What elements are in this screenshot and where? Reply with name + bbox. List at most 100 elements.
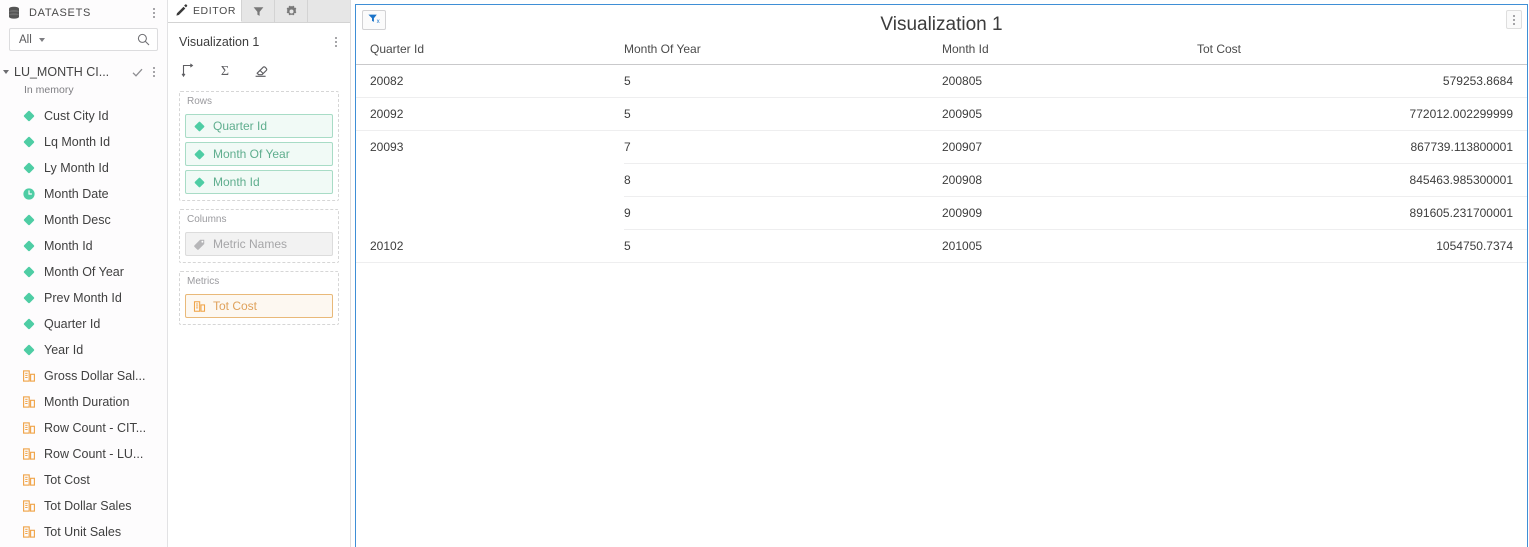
shelf-pill[interactable]: Month Of Year <box>185 142 333 166</box>
tag-icon <box>193 238 206 251</box>
metric-bar-icon <box>22 473 36 487</box>
swap-rows-columns-icon[interactable] <box>181 62 197 78</box>
dataset-field[interactable]: Month Desc <box>0 207 167 233</box>
tab-settings[interactable] <box>275 0 308 22</box>
visualization-title: Visualization 1 <box>880 14 1003 35</box>
table-body: 20082 5 200805 579253.8684 20092 5 200905 77201… <box>356 64 1527 263</box>
dataset-field-list: Cust City Id Lq Month Id Ly Month Id Month … <box>0 103 167 547</box>
dataset-field-label: Month Duration <box>44 395 130 409</box>
cell-month-id: 200909 <box>942 196 1197 230</box>
cell-month-of-year: 5 <box>624 229 942 263</box>
cell-tot-cost: 772012.002299999 <box>1197 97 1527 131</box>
dataset-field[interactable]: Tot Cost <box>0 467 167 493</box>
tab-editor-label: EDITOR <box>192 4 237 17</box>
dataset-field-label: Cust City Id <box>44 109 109 123</box>
dataset-item-lu-month[interactable]: LU_MONTH CI... <box>0 61 167 83</box>
cell-tot-cost: 579253.8684 <box>1197 64 1527 98</box>
column-header-tot-cost[interactable]: Tot Cost <box>1197 37 1527 65</box>
datasets-more-options-icon[interactable] <box>147 5 161 21</box>
search-icon[interactable] <box>137 33 150 46</box>
cell-quarter-id: 20092 <box>356 97 624 131</box>
dataset-more-options-icon[interactable] <box>147 64 161 80</box>
attribute-diamond-icon <box>193 148 206 161</box>
column-header-month-of-year[interactable]: Month Of Year <box>624 37 942 65</box>
dataset-field[interactable]: Tot Dollar Sales <box>0 493 167 519</box>
dataset-field[interactable]: Lq Month Id <box>0 129 167 155</box>
shelf-label: Rows <box>187 96 213 107</box>
shelf-pill-label: Metric Names <box>213 237 288 251</box>
dataset-field[interactable]: Ly Month Id <box>0 155 167 181</box>
dataset-field[interactable]: Month Of Year <box>0 259 167 285</box>
pivot-table: Quarter Id Month Of Year Month Id Tot Co… <box>356 37 1527 263</box>
triangle-expanded-icon[interactable] <box>3 70 9 74</box>
table-row[interactable]: 20093 7 200907 867739.113800001 <box>356 130 1527 164</box>
visualization-area: x Visualization 1 Quarter Id Month Of Ye… <box>351 0 1529 547</box>
shelf-pill[interactable]: Metric Names <box>185 232 333 256</box>
visualization-panel[interactable]: x Visualization 1 Quarter Id Month Of Ye… <box>355 4 1528 547</box>
shelf-pill-label: Month Of Year <box>213 147 290 161</box>
tab-editor[interactable]: EDITOR <box>168 0 242 22</box>
shelf-metrics[interactable]: Metrics Tot Cost <box>179 271 339 325</box>
metric-bar-icon <box>22 447 36 461</box>
dataset-status: In memory <box>24 84 74 96</box>
dataset-field[interactable]: Row Count - LU... <box>0 441 167 467</box>
totals-sigma-icon[interactable]: Σ <box>217 62 233 79</box>
shelf-pill[interactable]: Quarter Id <box>185 114 333 138</box>
editor-tabstrip: EDITOR <box>168 0 350 23</box>
dataset-field[interactable]: Row Count - CIT... <box>0 415 167 441</box>
cell-quarter-id: 20082 <box>356 64 624 98</box>
dataset-field[interactable]: Prev Month Id <box>0 285 167 311</box>
pencil-icon <box>175 4 188 17</box>
shelf-label: Columns <box>187 214 227 225</box>
dataset-field[interactable]: Tot Unit Sales <box>0 519 167 545</box>
column-header-month-id[interactable]: Month Id <box>942 37 1197 65</box>
cell-quarter-id: 20102 <box>356 229 624 263</box>
database-icon <box>7 6 21 20</box>
dataset-field-label: Row Count - LU... <box>44 447 144 461</box>
dataset-field-label: Tot Unit Sales <box>44 525 122 539</box>
dataset-field[interactable]: Cust City Id <box>0 103 167 129</box>
dataset-search-bar[interactable]: All <box>9 28 158 51</box>
chevron-down-icon[interactable] <box>38 37 45 42</box>
shelf-label: Metrics <box>187 276 220 287</box>
shelf-pill-label: Quarter Id <box>213 119 268 133</box>
cell-month-id: 200908 <box>942 163 1197 197</box>
attribute-diamond-icon <box>22 161 36 175</box>
cell-month-of-year: 5 <box>624 97 942 131</box>
metric-bar-icon <box>22 499 36 513</box>
dataset-field-label: Year Id <box>44 343 84 357</box>
table-row[interactable]: 20092 5 200905 772012.002299999 <box>356 97 1527 131</box>
visualization-more-options-icon[interactable] <box>1506 10 1522 29</box>
cell-month-id: 201005 <box>942 229 1197 263</box>
cell-month-of-year: 7 <box>624 130 942 164</box>
column-header-quarter-id[interactable]: Quarter Id <box>356 37 624 65</box>
shelf-rows[interactable]: Rows Quarter Id Month Of Year Month Id <box>179 91 339 201</box>
shelf-pill[interactable]: Month Id <box>185 170 333 194</box>
shelf-pill-label: Tot Cost <box>213 299 258 313</box>
editor-visualization-name: Visualization 1 <box>179 35 260 49</box>
table-row[interactable]: 20082 5 200805 579253.8684 <box>356 64 1527 98</box>
dataset-field-label: Prev Month Id <box>44 291 122 305</box>
dataset-field[interactable]: Month Date <box>0 181 167 207</box>
dataset-field[interactable]: Month Duration <box>0 389 167 415</box>
cell-month-id: 200907 <box>942 130 1197 164</box>
table-row[interactable]: 20102 5 201005 1054750.7374 <box>356 229 1527 263</box>
dataset-field-label: Row Count - CIT... <box>44 421 147 435</box>
dataset-field[interactable]: Quarter Id <box>0 311 167 337</box>
editor-more-options-icon[interactable] <box>329 34 343 50</box>
shelf-columns[interactable]: Columns Metric Names <box>179 209 339 263</box>
dataset-field[interactable]: Month Id <box>0 233 167 259</box>
editor-shelves: Rows Quarter Id Month Of Year Month Id Colum… <box>168 83 350 325</box>
metric-bar-icon <box>193 300 206 313</box>
eraser-clear-icon[interactable] <box>253 62 269 78</box>
cell-quarter-id: 20093 <box>370 140 404 154</box>
dataset-field[interactable]: Year Id <box>0 337 167 363</box>
metric-bar-icon <box>22 395 36 409</box>
dataset-field[interactable]: Gross Dollar Sal... <box>0 363 167 389</box>
shelf-pill[interactable]: Tot Cost <box>185 294 333 318</box>
attribute-diamond-icon <box>22 213 36 227</box>
tab-filters[interactable] <box>242 0 275 22</box>
cell-month-id: 200905 <box>942 97 1197 131</box>
table-header: Quarter Id Month Of Year Month Id Tot Co… <box>356 37 1527 65</box>
dataset-field-label: Month Date <box>44 187 109 201</box>
